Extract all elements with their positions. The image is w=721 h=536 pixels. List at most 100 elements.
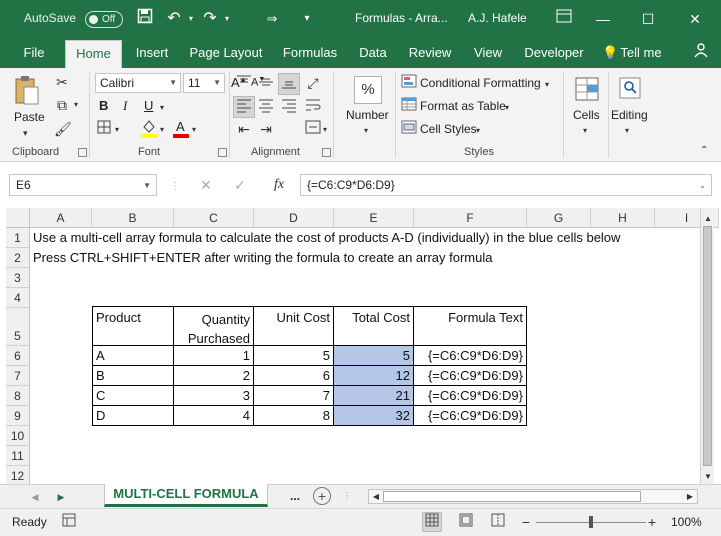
table-cell-formula[interactable]: {=C6:C9*D6:D9} xyxy=(413,385,527,406)
page-break-view-icon[interactable] xyxy=(490,513,506,531)
scroll-down-icon[interactable]: ▼ xyxy=(703,468,713,484)
tab-page-layout[interactable]: Page Layout xyxy=(188,44,264,68)
vertical-scroll-thumb[interactable] xyxy=(703,226,712,466)
formula-input[interactable]: {=C6:C9*D6:D9} ⌄ xyxy=(300,174,712,196)
table-cell-formula[interactable]: {=C6:C9*D6:D9} xyxy=(413,365,527,386)
editing-search-icon[interactable] xyxy=(617,76,643,102)
table-cell-unit-cost[interactable]: 8 xyxy=(253,405,334,426)
cancel-icon[interactable]: ✕ xyxy=(198,176,214,194)
cells-icon[interactable] xyxy=(573,76,601,104)
insert-function-icon[interactable]: fx xyxy=(270,176,288,194)
cells-label[interactable]: Cells xyxy=(573,108,600,122)
enter-icon[interactable]: ✓ xyxy=(232,176,248,194)
alignment-launcher-icon[interactable] xyxy=(322,148,331,157)
table-cell-qty[interactable]: 3 xyxy=(173,385,254,406)
worksheet-grid[interactable]: A B C D E F G H I 1 2 3 4 5 6 7 8 9 10 1… xyxy=(0,208,721,484)
paste-icon[interactable] xyxy=(12,74,42,106)
table-header-unit-cost[interactable]: Unit Cost xyxy=(253,306,334,346)
decrease-indent-icon[interactable]: ⇤ xyxy=(235,120,253,138)
undo-dropdown-icon[interactable]: ▾ xyxy=(186,8,196,30)
table-cell-formula[interactable]: {=C6:C9*D6:D9} xyxy=(413,405,527,426)
top-align-icon[interactable] xyxy=(235,74,253,94)
table-cell-total[interactable]: 12 xyxy=(333,365,414,386)
col-header-a[interactable]: A xyxy=(30,208,92,228)
italic-button[interactable]: I xyxy=(123,98,127,114)
table-header-formula-text[interactable]: Formula Text xyxy=(413,306,527,346)
tab-developer[interactable]: Developer xyxy=(523,44,585,68)
cell-styles-dropdown-icon[interactable]: ▾ xyxy=(476,122,480,140)
number-label[interactable]: Number xyxy=(346,108,389,122)
redo-icon[interactable]: ↷ xyxy=(200,8,220,30)
horizontal-scroll-thumb[interactable] xyxy=(383,491,641,502)
tab-split-grip-icon[interactable]: ⋮ xyxy=(342,488,352,506)
underline-button[interactable]: U xyxy=(144,98,153,113)
table-cell-formula[interactable]: {=C6:C9*D6:D9} xyxy=(413,345,527,366)
tab-home[interactable]: Home xyxy=(65,40,122,68)
editing-dropdown-icon[interactable]: ▾ xyxy=(625,122,629,140)
cell-a2[interactable]: Press CTRL+SHIFT+ENTER after writing the… xyxy=(33,250,493,265)
underline-dropdown-icon[interactable]: ▾ xyxy=(160,99,164,117)
font-launcher-icon[interactable] xyxy=(218,148,227,157)
redo-dropdown-icon[interactable]: ▾ xyxy=(222,8,232,30)
new-sheet-icon[interactable]: + xyxy=(313,487,331,505)
table-cell-product[interactable]: B xyxy=(92,365,174,386)
row-header[interactable]: 8 xyxy=(6,386,30,406)
paste-label[interactable]: Paste xyxy=(14,110,45,124)
customize-toolbar-icon[interactable]: ▾ xyxy=(300,8,314,30)
row-header[interactable]: 11 xyxy=(6,446,30,466)
cell-styles-icon[interactable] xyxy=(401,120,417,138)
maximize-icon[interactable]: ☐ xyxy=(633,8,663,30)
horizontal-scrollbar[interactable]: ◀ ▶ xyxy=(368,489,698,504)
zoom-slider-thumb[interactable] xyxy=(589,516,593,528)
align-center-icon[interactable] xyxy=(257,97,275,117)
format-as-table-icon[interactable] xyxy=(401,97,417,115)
copy-icon[interactable]: ⧉ xyxy=(54,96,70,114)
align-right-icon[interactable] xyxy=(280,97,298,117)
conditional-formatting-dropdown-icon[interactable]: ▾ xyxy=(545,76,549,94)
merge-dropdown-icon[interactable]: ▾ xyxy=(323,121,327,139)
format-painter-icon[interactable]: 🖌 xyxy=(54,120,72,138)
table-cell-product[interactable]: A xyxy=(92,345,174,366)
copy-dropdown-icon[interactable]: ▾ xyxy=(72,96,80,114)
number-dropdown-icon[interactable]: ▾ xyxy=(364,122,368,140)
tell-me-search[interactable]: Tell me xyxy=(618,44,664,68)
paste-dropdown-icon[interactable]: ▾ xyxy=(23,124,28,142)
formula-bar-grip-icon[interactable]: ⋮ xyxy=(170,178,180,196)
table-cell-unit-cost[interactable]: 6 xyxy=(253,365,334,386)
table-cell-product[interactable]: C xyxy=(92,385,174,406)
table-cell-qty[interactable]: 4 xyxy=(173,405,254,426)
cells-dropdown-icon[interactable]: ▾ xyxy=(583,122,587,140)
fill-color-dropdown-icon[interactable]: ▾ xyxy=(160,121,164,139)
fill-color-icon[interactable] xyxy=(140,118,158,142)
wrap-text-icon[interactable] xyxy=(304,97,322,117)
table-cell-total[interactable]: 5 xyxy=(333,345,414,366)
font-color-dropdown-icon[interactable]: ▾ xyxy=(192,121,196,139)
normal-view-icon[interactable] xyxy=(422,512,442,532)
borders-icon[interactable] xyxy=(96,120,112,138)
quick-access-icon[interactable]: ⇒ xyxy=(262,8,282,30)
col-header-e[interactable]: E xyxy=(334,208,414,228)
table-cell-unit-cost[interactable]: 5 xyxy=(253,345,334,366)
col-header-g[interactable]: G xyxy=(527,208,591,228)
minimize-icon[interactable]: — xyxy=(588,8,618,30)
merge-center-icon[interactable] xyxy=(304,120,322,138)
sheet-tab-multi-cell-formula[interactable]: MULTI-CELL FORMULA xyxy=(104,484,268,507)
font-color-icon[interactable]: A xyxy=(172,118,190,142)
middle-align-icon[interactable] xyxy=(257,74,275,94)
number-format-icon[interactable]: % xyxy=(354,76,382,104)
scroll-left-icon[interactable]: ◀ xyxy=(371,488,381,506)
conditional-formatting-button[interactable]: Conditional Formatting xyxy=(420,76,541,90)
row-header[interactable]: 7 xyxy=(6,366,30,386)
table-cell-total[interactable]: 21 xyxy=(333,385,414,406)
format-as-table-dropdown-icon[interactable]: ▾ xyxy=(505,99,509,117)
cut-icon[interactable]: ✂ xyxy=(54,73,70,91)
col-header-h[interactable]: H xyxy=(591,208,655,228)
editing-label[interactable]: Editing xyxy=(611,108,648,122)
format-as-table-button[interactable]: Format as Table xyxy=(420,99,506,113)
col-header-b[interactable]: B xyxy=(92,208,174,228)
page-layout-view-icon[interactable] xyxy=(458,513,474,531)
tab-file[interactable]: File xyxy=(20,44,48,68)
font-size-select[interactable]: 11 ▼ xyxy=(183,73,225,93)
cell-a1[interactable]: Use a multi-cell array formula to calcul… xyxy=(33,230,620,245)
more-sheets-button[interactable]: ... xyxy=(290,489,300,503)
